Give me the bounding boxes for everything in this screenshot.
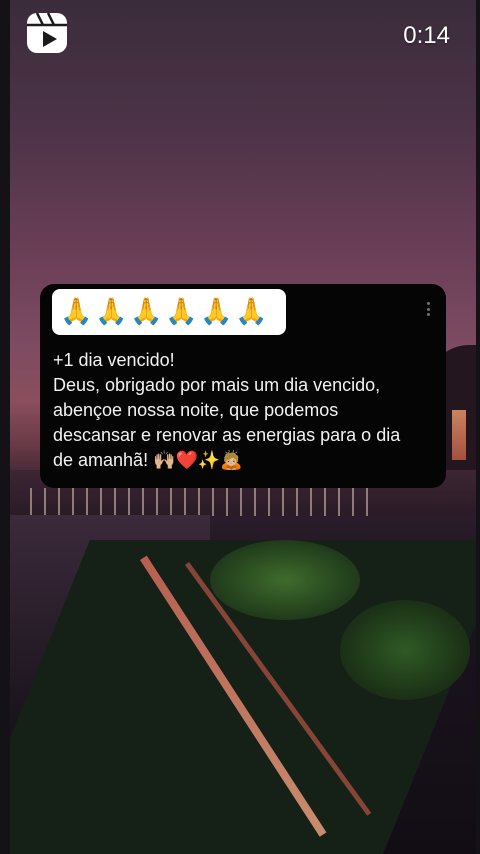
post-line: descansar e renovar as energias para o d… bbox=[53, 425, 401, 445]
reels-icon[interactable] bbox=[26, 12, 68, 54]
frame-left-edge bbox=[0, 0, 10, 854]
post-text: +1 dia vencido! Deus, obrigado por mais … bbox=[53, 348, 433, 473]
post-line: +1 dia vencido! bbox=[53, 350, 175, 370]
frame-right-edge bbox=[476, 0, 480, 854]
emoji-header: 🙏 🙏 🙏 🙏 🙏 🙏 bbox=[52, 289, 286, 335]
praying-hands-icon: 🙏 bbox=[95, 297, 128, 327]
praying-hands-icon: 🙏 bbox=[130, 297, 163, 327]
praying-hands-icon: 🙏 bbox=[200, 297, 233, 327]
praying-hands-icon: 🙏 bbox=[60, 297, 93, 327]
park-trees-2 bbox=[340, 600, 470, 700]
city-glow bbox=[452, 410, 466, 460]
post-card: 🙏 🙏 🙏 🙏 🙏 🙏 +1 dia vencido! Deus, obriga… bbox=[40, 284, 446, 488]
city-lights bbox=[30, 488, 370, 516]
post-line: abençoe nossa noite, que podemos bbox=[53, 400, 339, 420]
park-trees bbox=[210, 540, 360, 620]
video-timer: 0:14 bbox=[403, 22, 450, 49]
praying-hands-icon: 🙏 bbox=[165, 297, 198, 327]
more-vertical-icon[interactable] bbox=[426, 302, 430, 316]
post-line: Deus, obrigado por mais um dia vencido, bbox=[53, 375, 381, 395]
praying-hands-icon: 🙏 bbox=[235, 297, 268, 327]
post-line: de amanhã! 🙌🏼❤️✨🙇🏼 bbox=[53, 450, 243, 470]
